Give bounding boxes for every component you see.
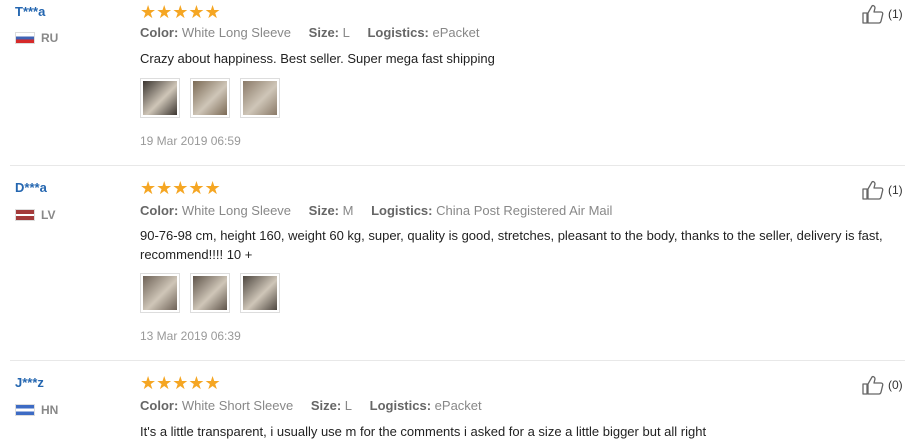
photo-image [193, 276, 227, 310]
logistics-value: ePacket [434, 398, 482, 413]
helpful-count: (1) [888, 7, 903, 21]
flag-lv-icon [15, 209, 35, 221]
photo-image [243, 81, 277, 115]
reviewer-name: T***a [15, 4, 46, 19]
logistics-value: China Post Registered Air Mail [436, 203, 613, 218]
review-divider [10, 165, 905, 166]
reviewer-country: LV [15, 208, 55, 222]
thumbs-up-icon [862, 180, 884, 200]
flag-ru-icon [15, 32, 35, 44]
review-text: It's a little transparent, i usually use… [140, 424, 707, 439]
review-photo-thumbnail[interactable] [240, 78, 280, 118]
helpful-button[interactable]: (1) [862, 180, 903, 200]
size-label: Size: [308, 25, 339, 40]
color-label: Color: [140, 203, 179, 218]
review-photos [140, 78, 280, 118]
helpful-count: (1) [888, 183, 903, 197]
size-value: L [342, 25, 350, 40]
review-photo-thumbnail[interactable] [140, 273, 180, 313]
logistics-value: ePacket [432, 25, 480, 40]
helpful-count: (0) [888, 378, 903, 392]
logistics-label: Logistics: [371, 203, 433, 218]
color-label: Color: [140, 398, 179, 413]
country-code: HN [41, 403, 59, 417]
review-photo-thumbnail[interactable] [140, 78, 180, 118]
color-value: White Short Sleeve [181, 398, 294, 413]
photo-image [243, 276, 277, 310]
review-meta: Color: White Long Sleeve Size: M Logisti… [140, 203, 612, 218]
size-value: L [344, 398, 353, 413]
reviewer-country: HN [15, 403, 58, 417]
reviewer-country: RU [15, 31, 58, 45]
review-meta: Color: White Long Sleeve Size: L Logisti… [140, 25, 480, 40]
size-value: M [342, 203, 354, 218]
color-value: White Long Sleeve [181, 25, 292, 40]
flag-hn-icon [15, 404, 35, 416]
review-photo-thumbnail[interactable] [190, 273, 230, 313]
color-value: White Long Sleeve [181, 203, 292, 218]
star-rating: ★★★★★ [140, 178, 221, 198]
review-photo-thumbnail[interactable] [240, 273, 280, 313]
reviewer-name: D***a [15, 180, 47, 195]
review-photos [140, 273, 280, 313]
color-label: Color: [140, 25, 179, 40]
logistics-label: Logistics: [369, 398, 432, 413]
thumbs-up-icon [862, 375, 884, 395]
size-label: Size: [310, 398, 342, 413]
review-divider [10, 360, 905, 361]
review-text: Crazy about happiness. Best seller. Supe… [140, 51, 495, 66]
thumbs-up-icon [862, 4, 884, 24]
star-rating: ★★★★★ [140, 373, 221, 393]
logistics-label: Logistics: [367, 25, 429, 40]
helpful-button[interactable]: (1) [862, 4, 903, 24]
review-text: 90-76-98 cm, height 160, weight 60 kg, s… [140, 228, 883, 262]
size-label: Size: [308, 203, 339, 218]
review-photo-thumbnail[interactable] [190, 78, 230, 118]
star-rating: ★★★★★ [140, 2, 221, 22]
reviewer-name: J***z [15, 375, 44, 390]
country-code: LV [41, 208, 56, 222]
photo-image [143, 276, 177, 310]
helpful-button[interactable]: (0) [862, 375, 903, 395]
photo-image [193, 81, 227, 115]
photo-image [143, 81, 177, 115]
review-date: 13 Mar 2019 06:39 [140, 329, 241, 343]
review-date: 19 Mar 2019 06:59 [140, 134, 241, 148]
country-code: RU [41, 31, 59, 45]
review-meta: Color: White Short Sleeve Size: L Logist… [140, 398, 482, 413]
